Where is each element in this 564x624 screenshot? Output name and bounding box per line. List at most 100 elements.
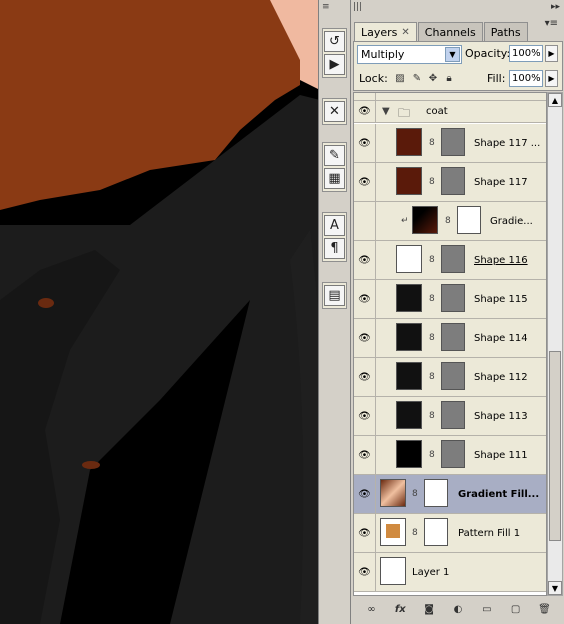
eye-icon[interactable]: 👁︎ (354, 358, 376, 396)
eye-icon[interactable] (354, 93, 376, 100)
layers-scrollbar[interactable]: ▲ ▼ (547, 92, 563, 596)
layer-row[interactable]: 👁︎ 8 Shape 111 (354, 436, 546, 475)
eye-icon (354, 202, 376, 240)
link-icon: 8 (429, 411, 435, 421)
panel-grip-icon[interactable]: ||| (353, 2, 362, 12)
add-mask-icon[interactable]: ◙ (421, 601, 437, 617)
panel-tabs: Layers ✕ Channels Paths (354, 22, 529, 42)
brushes-icon[interactable]: ✎ (324, 145, 345, 166)
clone-source-icon[interactable]: ▦ (324, 168, 345, 189)
panel-menu-icon[interactable]: ▾≡ (545, 18, 558, 29)
info-icon[interactable]: ▤ (324, 285, 345, 306)
new-layer-icon[interactable]: ▢ (508, 601, 524, 617)
chevron-down-icon[interactable]: ▼ (445, 47, 460, 62)
scroll-down-icon[interactable]: ▼ (548, 581, 562, 595)
eye-icon[interactable]: 👁︎ (354, 241, 376, 279)
link-icon: 8 (429, 333, 435, 343)
tab-paths[interactable]: Paths (483, 22, 528, 42)
layer-thumbnail (380, 557, 406, 585)
link-icon: 8 (429, 138, 435, 148)
layer-name: Pattern Fill 1 (458, 528, 521, 539)
layer-thumbnail (396, 128, 422, 156)
layer-mask-thumbnail (424, 518, 448, 546)
layer-thumbnail (396, 401, 422, 429)
scrollbar-thumb[interactable] (549, 351, 561, 541)
layer-row[interactable]: 👁︎ 8 Shape 114 (354, 319, 546, 358)
eye-icon[interactable]: 👁︎ (354, 397, 376, 435)
scroll-up-icon[interactable]: ▲ (548, 93, 562, 107)
eye-icon[interactable]: 👁︎ (354, 514, 376, 552)
layer-name: Shape 111 (474, 450, 528, 461)
layer-row-partial[interactable] (354, 93, 546, 101)
lock-pixels-icon[interactable]: ✎ (411, 72, 423, 84)
panel-titlebar[interactable]: ||| ▸▸ (351, 0, 564, 18)
link-icon: 8 (429, 255, 435, 265)
layer-mask-thumbnail (441, 440, 465, 468)
eye-icon[interactable]: 👁︎ (354, 280, 376, 318)
layer-row[interactable]: 👁︎ Layer 1 (354, 553, 546, 592)
lock-position-icon[interactable]: ✥ (427, 72, 439, 84)
opacity-arrow-icon[interactable]: ▶ (545, 45, 558, 62)
layer-mask-thumbnail (441, 284, 465, 312)
lock-transparency-icon[interactable]: ▨ (394, 72, 406, 84)
layers-list: 👁︎ ▼ 🗀 coat 👁︎ 8 Shape 117 ... 👁︎ 8 Shap… (353, 92, 547, 596)
blend-mode-select[interactable]: Multiply ▼ (357, 45, 462, 64)
fill-input[interactable]: 100% (509, 70, 543, 87)
layer-thumbnail (396, 440, 422, 468)
opacity-input[interactable]: 100% (509, 45, 543, 62)
layer-mask-thumbnail (424, 479, 448, 507)
layer-row[interactable]: 👁︎ 8 Shape 117 ... (354, 124, 546, 163)
tab-channels[interactable]: Channels (417, 22, 483, 42)
layer-group-coat[interactable]: 👁︎ ▼ 🗀 coat (354, 101, 546, 123)
lock-all-icon[interactable]: 🔒︎ (443, 72, 455, 84)
layer-row-selected[interactable]: 👁︎ 8 Gradient Fill... (354, 475, 546, 514)
adjustment-layer-icon[interactable]: ◐ (450, 601, 466, 617)
fill-label: Fill: (487, 72, 506, 85)
folder-icon: 🗀 (398, 106, 411, 120)
paragraph-icon[interactable]: ¶ (324, 238, 345, 259)
fx-icon[interactable]: fx (392, 601, 408, 617)
layer-thumbnail (412, 206, 438, 234)
layer-row[interactable]: 👁︎ 8 Shape 113 (354, 397, 546, 436)
collapse-arrows-icon[interactable]: ▸▸ (551, 2, 560, 12)
character-icon[interactable]: A (324, 215, 345, 236)
eye-icon[interactable]: 👁︎ (354, 124, 376, 162)
eye-icon[interactable]: 👁︎ (354, 163, 376, 201)
layer-row[interactable]: 👁︎ 8 Shape 112 (354, 358, 546, 397)
dock-grip[interactable]: ≡ (322, 2, 346, 12)
new-group-icon[interactable]: ▭ (479, 601, 495, 617)
trash-icon[interactable]: 🗑︎ (536, 601, 552, 617)
link-layers-icon[interactable]: ∞ (363, 601, 379, 617)
link-icon: 8 (429, 294, 435, 304)
group-name: coat (426, 106, 448, 117)
chevron-down-icon[interactable]: ▼ (382, 106, 390, 117)
tool-presets-icon[interactable]: ✕ (324, 101, 345, 122)
layer-thumbnail (396, 284, 422, 312)
tab-layers[interactable]: Layers ✕ (354, 22, 417, 42)
layer-thumbnail (396, 167, 422, 195)
tab-label: Paths (490, 26, 521, 39)
actions-play-icon[interactable]: ▶ (324, 54, 345, 75)
eye-icon[interactable]: 👁︎ (354, 101, 376, 122)
eye-icon[interactable]: 👁︎ (354, 475, 376, 513)
fill-arrow-icon[interactable]: ▶ (545, 70, 558, 87)
layer-row[interactable]: 👁︎ 8 Shape 115 (354, 280, 546, 319)
layer-row[interactable]: 👁︎ 8 Shape 116 (354, 241, 546, 280)
layer-thumbnail (380, 518, 406, 546)
lock-label: Lock: (359, 72, 388, 85)
history-icon[interactable]: ↺ (324, 31, 345, 52)
close-icon[interactable]: ✕ (401, 27, 409, 38)
layer-thumbnail (396, 245, 422, 273)
layer-row[interactable]: 👁︎ 8 Pattern Fill 1 (354, 514, 546, 553)
link-icon: 8 (445, 216, 451, 226)
eye-icon[interactable]: 👁︎ (354, 436, 376, 474)
dock-group-info: ▤ (322, 282, 347, 309)
dock-group-tools: ✕ (322, 98, 347, 125)
layer-name: Shape 116 (474, 255, 528, 266)
dock-group-brushes: ✎ ▦ (322, 142, 347, 192)
eye-icon[interactable]: 👁︎ (354, 553, 376, 591)
layers-panel: ||| ▸▸ Layers ✕ Channels Paths ▾≡ Multip… (350, 0, 564, 624)
eye-icon[interactable]: 👁︎ (354, 319, 376, 357)
layer-row[interactable]: 👁︎ 8 Shape 117 (354, 163, 546, 202)
layer-row[interactable]: ↵ 8 Gradie... (354, 202, 546, 241)
